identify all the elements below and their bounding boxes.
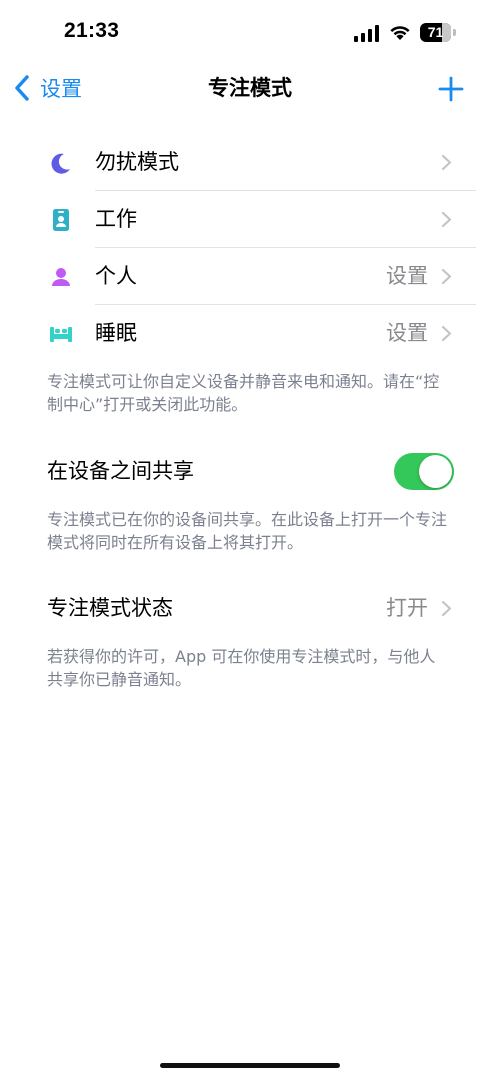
chevron-left-icon (15, 75, 29, 101)
page-title: 专注模式 (208, 76, 292, 100)
id-badge-icon (53, 209, 69, 231)
plus-icon (438, 76, 464, 102)
chevron-right-icon (441, 154, 452, 171)
chevron-right-icon (441, 600, 452, 617)
chevron-right-icon (441, 211, 452, 228)
focus-row-label: 工作 (95, 207, 137, 231)
bed-icon (50, 327, 72, 342)
focus-status-label: 专注模式状态 (47, 596, 173, 620)
focus-footnote: 专注模式可让你自定义设备并静音来电和通知。请在“控制中心”打开或关闭此功能。 (47, 372, 440, 414)
focus-status-row[interactable]: 专注模式状态 打开 (0, 580, 500, 636)
focus-row-label: 勿扰模式 (95, 150, 179, 174)
battery-level: 71 (427, 24, 444, 40)
focus-row-value: 设置 (386, 321, 428, 345)
battery-nub (453, 29, 456, 36)
add-focus-button[interactable] (436, 74, 466, 104)
focus-row-label: 个人 (95, 264, 137, 288)
status-bar: 21:33 71 (0, 0, 500, 66)
cellular-signal-icon (354, 25, 379, 42)
focus-settings-screen: 21:33 71 设置 专注模式 勿扰模式 工作 个人 设置 睡眠 设置 专注模… (0, 0, 500, 1070)
focus-row-work[interactable]: 工作 (0, 191, 500, 248)
toggle-knob (419, 455, 452, 488)
chevron-right-icon (441, 268, 452, 285)
back-button[interactable]: 设置 (12, 72, 82, 104)
focus-row-do-not-disturb[interactable]: 勿扰模式 (0, 134, 500, 191)
battery-icon: 71 (420, 23, 456, 43)
battery-body: 71 (420, 23, 451, 42)
person-icon (52, 268, 70, 286)
focus-status-value: 打开 (386, 596, 428, 620)
back-label: 设置 (40, 77, 82, 101)
share-across-devices-label: 在设备之间共享 (47, 459, 194, 483)
focus-row-label: 睡眠 (95, 321, 137, 345)
focus-row-value: 设置 (386, 264, 428, 288)
focus-row-personal[interactable]: 个人 设置 (0, 248, 500, 305)
status-time: 21:33 (64, 19, 120, 42)
home-indicator[interactable] (160, 1063, 340, 1068)
moon-icon (51, 153, 70, 174)
wifi-icon (390, 26, 410, 40)
share-footnote: 专注模式已在你的设备间共享。在此设备上打开一个专注模式将同时在所有设备上将其打开… (47, 510, 448, 552)
focus-mode-list: 勿扰模式 工作 个人 设置 睡眠 设置 (0, 134, 500, 362)
focus-status-footnote: 若获得你的许可，App 可在你使用专注模式时，与他人共享你已静音通知。 (47, 647, 436, 689)
share-across-devices-row: 在设备之间共享 (0, 443, 500, 499)
navigation-bar: 设置 专注模式 (0, 66, 500, 110)
focus-row-sleep[interactable]: 睡眠 设置 (0, 305, 500, 362)
chevron-right-icon (441, 325, 452, 342)
share-across-devices-toggle[interactable] (394, 453, 454, 490)
